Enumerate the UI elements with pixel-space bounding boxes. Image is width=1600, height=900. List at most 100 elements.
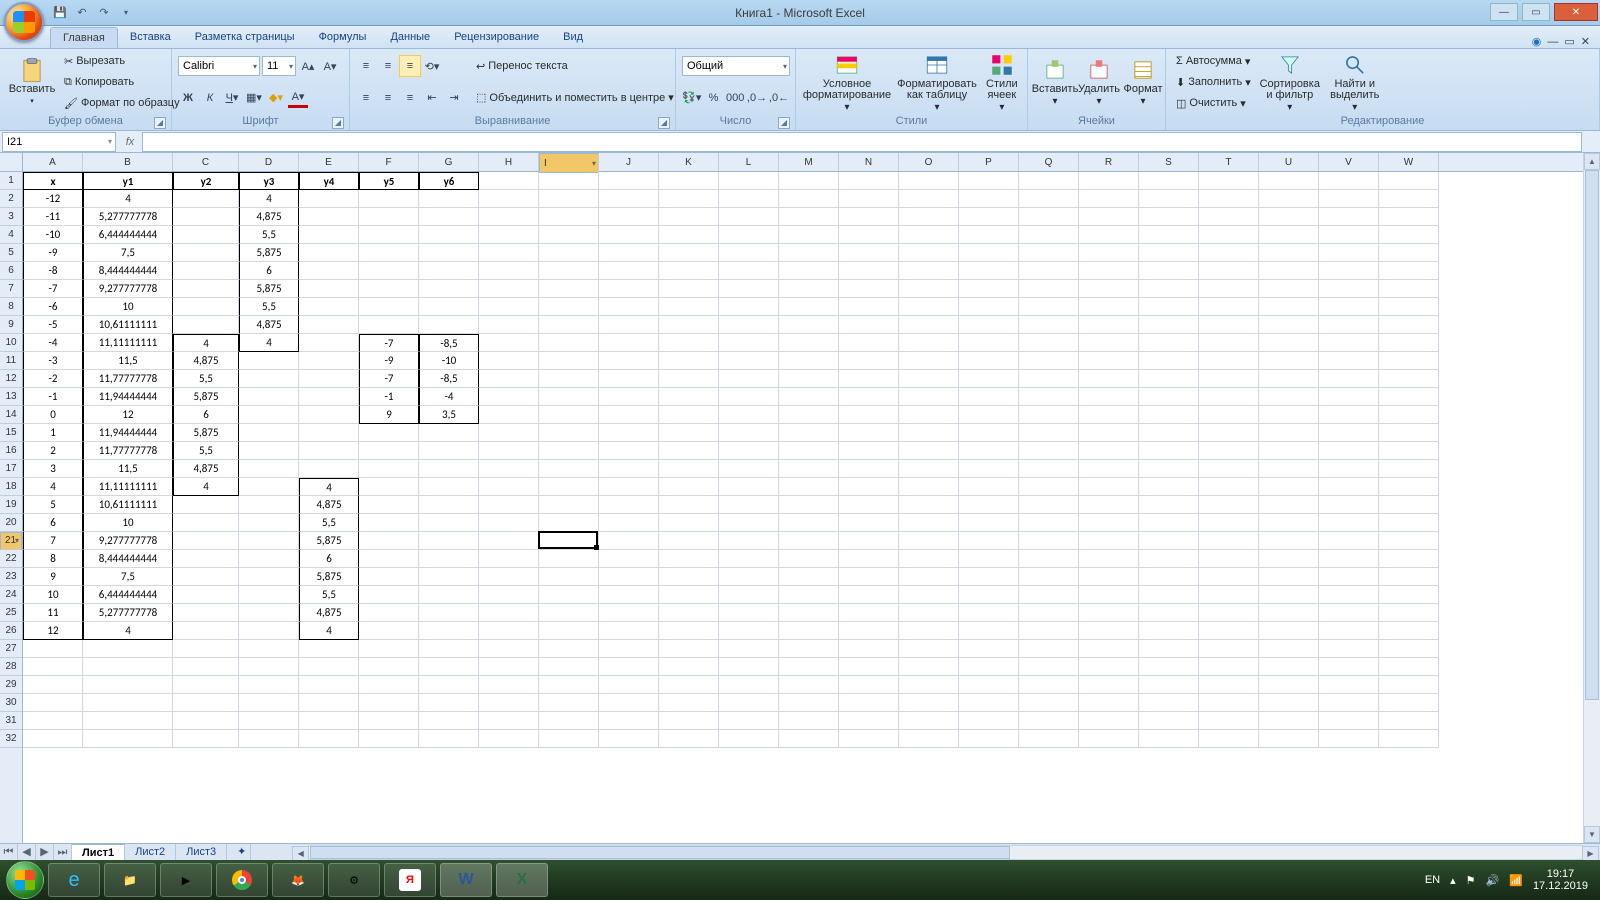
- row-header-6[interactable]: 6: [0, 262, 22, 280]
- tray-network-icon[interactable]: 📶: [1509, 874, 1523, 887]
- spreadsheet-grid[interactable]: 1234567891011121314151617181920212223242…: [0, 153, 1600, 843]
- row-header-1[interactable]: 1: [0, 172, 22, 190]
- ribbon-minimize-icon[interactable]: —: [1547, 36, 1558, 48]
- percent-icon[interactable]: %: [704, 88, 724, 108]
- format-cells-button[interactable]: Формат▾: [1122, 55, 1164, 109]
- taskbar-firefox-icon[interactable]: 🦊: [272, 863, 324, 897]
- format-painter-button[interactable]: 🖌Формат по образцу: [60, 93, 184, 113]
- office-button[interactable]: [4, 2, 44, 42]
- taskbar-media-icon[interactable]: ▶: [160, 863, 212, 897]
- cut-button[interactable]: ✂Вырезать: [60, 51, 184, 71]
- italic-button[interactable]: К: [200, 88, 220, 108]
- col-header-T[interactable]: T: [1199, 153, 1259, 171]
- currency-icon[interactable]: 💱▾: [682, 88, 702, 108]
- scroll-up-icon[interactable]: ▲: [1584, 153, 1600, 170]
- find-select-button[interactable]: Найти и выделить▾: [1325, 50, 1385, 115]
- tab-Разметка страницы[interactable]: Разметка страницы: [183, 27, 307, 48]
- tab-Данные[interactable]: Данные: [378, 27, 442, 48]
- tray-chevron-icon[interactable]: ▴: [1450, 874, 1456, 887]
- col-header-U[interactable]: U: [1259, 153, 1319, 171]
- align-right-icon[interactable]: ≡: [400, 88, 420, 108]
- taskbar-yandex-icon[interactable]: Я: [384, 863, 436, 897]
- name-box[interactable]: I21: [2, 132, 116, 152]
- cells-area[interactable]: xy1y2y3y4y5y6-1244-115,2777777784,875-10…: [23, 172, 1600, 748]
- delete-cells-button[interactable]: Удалить▾: [1078, 55, 1120, 109]
- font-dialog-icon[interactable]: ◢: [332, 117, 344, 129]
- fill-color-button[interactable]: ◆▾: [266, 88, 286, 108]
- tab-Формулы[interactable]: Формулы: [307, 27, 379, 48]
- tab-Вставка[interactable]: Вставка: [118, 27, 183, 48]
- align-middle-icon[interactable]: ≡: [378, 56, 398, 76]
- row-header-12[interactable]: 12: [0, 370, 22, 388]
- minimize-button[interactable]: —: [1490, 3, 1518, 21]
- fx-icon[interactable]: fx: [118, 136, 142, 148]
- col-header-N[interactable]: N: [839, 153, 899, 171]
- row-header-26[interactable]: 26: [0, 622, 22, 640]
- qat-more-icon[interactable]: ▾: [116, 3, 136, 23]
- merge-center-button[interactable]: ⬚Объединить и поместить в центре ▾: [472, 88, 678, 108]
- increase-indent-icon[interactable]: ⇥: [444, 88, 464, 108]
- col-header-B[interactable]: B: [83, 153, 173, 171]
- row-header-29[interactable]: 29: [0, 676, 22, 694]
- row-header-25[interactable]: 25: [0, 604, 22, 622]
- wrap-text-button[interactable]: ↩Перенос текста: [472, 56, 678, 76]
- row-header-19[interactable]: 19: [0, 496, 22, 514]
- row-header-13[interactable]: 13: [0, 388, 22, 406]
- grow-font-icon[interactable]: A▴: [298, 56, 318, 76]
- fill-button[interactable]: ⬇Заполнить ▾: [1172, 72, 1255, 92]
- row-header-22[interactable]: 22: [0, 550, 22, 568]
- col-header-S[interactable]: S: [1139, 153, 1199, 171]
- font-size-select[interactable]: 11: [262, 56, 296, 76]
- close-button[interactable]: ✕: [1554, 3, 1598, 21]
- doc-close-icon[interactable]: ✕: [1581, 35, 1590, 48]
- row-header-8[interactable]: 8: [0, 298, 22, 316]
- col-header-W[interactable]: W: [1379, 153, 1439, 171]
- vertical-scrollbar[interactable]: ▲ ▼: [1583, 153, 1600, 843]
- align-top-icon[interactable]: ≡: [356, 56, 376, 76]
- number-format-select[interactable]: Общий: [682, 56, 790, 76]
- maximize-button[interactable]: ▭: [1522, 3, 1550, 21]
- bold-button[interactable]: Ж: [178, 88, 198, 108]
- start-button[interactable]: [6, 861, 44, 899]
- col-header-P[interactable]: P: [959, 153, 1019, 171]
- col-header-O[interactable]: O: [899, 153, 959, 171]
- row-header-28[interactable]: 28: [0, 658, 22, 676]
- language-indicator[interactable]: EN: [1425, 874, 1440, 886]
- sheet-tab-Лист1[interactable]: Лист1: [72, 844, 125, 861]
- taskbar-ie-icon[interactable]: e: [48, 863, 100, 897]
- row-header-15[interactable]: 15: [0, 424, 22, 442]
- row-header-18[interactable]: 18: [0, 478, 22, 496]
- orientation-icon[interactable]: ⟲▾: [422, 56, 442, 76]
- row-header-14[interactable]: 14: [0, 406, 22, 424]
- sheet-first-icon[interactable]: ⏮: [0, 844, 18, 860]
- col-header-M[interactable]: M: [779, 153, 839, 171]
- row-header-32[interactable]: 32: [0, 730, 22, 748]
- col-header-F[interactable]: F: [359, 153, 419, 171]
- row-header-31[interactable]: 31: [0, 712, 22, 730]
- col-header-E[interactable]: E: [299, 153, 359, 171]
- formula-input[interactable]: [142, 132, 1582, 152]
- copy-button[interactable]: ⧉Копировать: [60, 72, 184, 92]
- clock[interactable]: 19:1717.12.2019: [1533, 868, 1588, 892]
- row-header-11[interactable]: 11: [0, 352, 22, 370]
- clipboard-dialog-icon[interactable]: ◢: [154, 117, 166, 129]
- save-icon[interactable]: 💾: [50, 3, 70, 23]
- autosum-button[interactable]: ΣАвтосумма ▾: [1172, 51, 1255, 71]
- row-header-16[interactable]: 16: [0, 442, 22, 460]
- tab-Вид[interactable]: Вид: [551, 27, 595, 48]
- new-sheet-button[interactable]: ✦: [227, 844, 251, 861]
- row-header-30[interactable]: 30: [0, 694, 22, 712]
- shrink-font-icon[interactable]: A▾: [320, 56, 340, 76]
- col-header-A[interactable]: A: [23, 153, 83, 171]
- sheet-last-icon[interactable]: ⏭: [54, 844, 72, 860]
- row-header-2[interactable]: 2: [0, 190, 22, 208]
- sort-filter-button[interactable]: Сортировка и фильтр▾: [1257, 50, 1323, 115]
- row-header-23[interactable]: 23: [0, 568, 22, 586]
- row-header-7[interactable]: 7: [0, 280, 22, 298]
- undo-icon[interactable]: ↶: [72, 3, 92, 23]
- align-bottom-icon[interactable]: ≡: [400, 56, 420, 76]
- row-header-10[interactable]: 10: [0, 334, 22, 352]
- row-header-27[interactable]: 27: [0, 640, 22, 658]
- scroll-thumb[interactable]: [1585, 170, 1599, 700]
- cell-styles-button[interactable]: Стили ячеек▾: [982, 50, 1022, 115]
